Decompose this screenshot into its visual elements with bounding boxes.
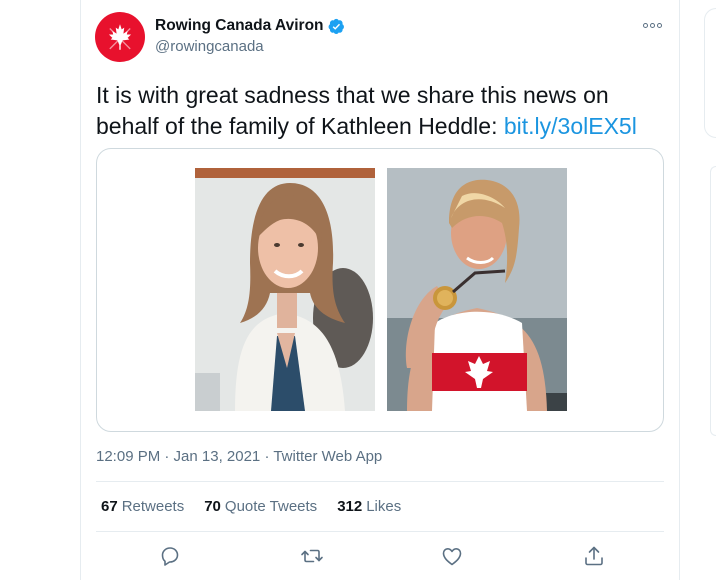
retweets-count: 67 (101, 498, 118, 515)
tweet-text: It is with great sadness that we share t… (96, 80, 666, 142)
likes-label: Likes (366, 498, 402, 515)
author-block[interactable]: Rowing Canada Aviron @rowingcanada (155, 17, 345, 55)
share-icon (585, 546, 603, 566)
avatar[interactable] (95, 12, 145, 62)
display-name-row[interactable]: Rowing Canada Aviron (155, 17, 345, 35)
maple-leaf-oars-icon (108, 24, 132, 50)
heart-icon (442, 548, 462, 566)
retweets-stat[interactable]: 67 Retweets (101, 498, 184, 515)
quote-tweets-count: 70 (204, 498, 221, 515)
retweet-icon (301, 549, 323, 563)
reply-button[interactable] (158, 544, 182, 568)
tweet-timestamp[interactable]: 12:09 PM · Jan 13, 2021 · Twitter Web Ap… (96, 448, 382, 465)
action-bar (96, 540, 664, 572)
more-options-icon[interactable] (641, 18, 663, 32)
divider (96, 481, 664, 482)
quote-tweets-label: Quote Tweets (224, 498, 318, 515)
like-button[interactable] (440, 544, 464, 568)
sidebar-card-edge (704, 8, 716, 138)
verified-badge-icon (328, 18, 345, 35)
tweet-link[interactable]: bit.ly/3olEX5l (504, 113, 637, 139)
retweet-button[interactable] (300, 544, 324, 568)
tweet-detail: Rowing Canada Aviron @rowingcanada It is… (81, 0, 679, 580)
handle[interactable]: @rowingcanada (155, 38, 345, 55)
photo-athlete-with-medal[interactable] (387, 168, 567, 411)
retweets-label: Retweets (121, 498, 185, 515)
media-card[interactable] (96, 148, 664, 432)
display-name[interactable]: Rowing Canada Aviron (155, 17, 324, 35)
quote-tweets-stat[interactable]: 70 Quote Tweets (204, 498, 317, 515)
sidebar-card-edge (710, 166, 716, 436)
likes-stat[interactable]: 312 Likes (337, 498, 401, 515)
timeline-right-border (679, 0, 680, 580)
likes-count: 312 (337, 498, 363, 515)
reply-icon (161, 547, 179, 566)
divider (96, 531, 664, 532)
photo-portrait-white-blazer[interactable] (195, 168, 375, 411)
share-button[interactable] (582, 544, 606, 568)
engagement-stats: 67 Retweets 70 Quote Tweets 312 Likes (101, 498, 401, 515)
